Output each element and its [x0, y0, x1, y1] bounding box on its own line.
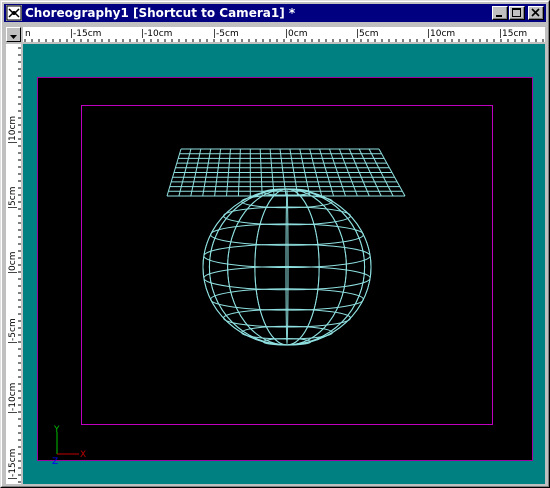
close-icon	[531, 8, 540, 17]
maximize-icon	[512, 8, 521, 17]
ruler-label: |-10cm	[141, 29, 172, 39]
ruler-label: |10cm	[8, 116, 18, 144]
minimize-button[interactable]	[492, 6, 508, 20]
sphere-longitude	[227, 188, 347, 346]
wireframe-scene[interactable]	[38, 78, 532, 460]
ruler-label: |0cm	[8, 252, 18, 274]
maximize-button[interactable]	[509, 6, 525, 20]
ruler-label: n	[25, 29, 31, 39]
z-axis-label: Z	[52, 457, 58, 464]
ruler-label: |-10cm	[8, 383, 18, 414]
app-icon[interactable]	[6, 5, 22, 21]
ruler-label: |10cm	[427, 29, 455, 39]
ruler-label: |15cm	[499, 29, 527, 39]
ruler-label: |-15cm	[70, 29, 101, 39]
render-area[interactable]	[37, 77, 533, 461]
ruler-label: |-15cm	[8, 449, 18, 480]
ruler-corner-button[interactable]	[6, 27, 21, 42]
chevron-down-icon	[10, 35, 17, 39]
app-window: Choreography1 [Shortcut to Camera1] * n …	[0, 0, 550, 488]
horizontal-ruler-ticks: n |-15cm |-10cm |-5cm |0cm |5cm |10cm |1…	[24, 29, 544, 42]
sphere-latitude	[210, 223, 364, 246]
sphere-latitude	[210, 288, 364, 311]
vertical-ruler[interactable]: |10cm |5cm |0cm |-5cm |-10cm |-15cm	[6, 44, 21, 484]
ruler-label: |-5cm	[213, 29, 239, 39]
x-axis-label: X	[80, 450, 86, 460]
wireframe-sphere[interactable]	[202, 188, 372, 346]
ruler-label: |5cm	[8, 187, 18, 209]
title-bar[interactable]: Choreography1 [Shortcut to Camera1] *	[4, 4, 546, 22]
camera-viewport[interactable]: Y X Z	[23, 44, 545, 484]
ruler-label: |5cm	[356, 29, 378, 39]
ruler-label: |-5cm	[8, 318, 18, 344]
axis-gizmo: Y X Z	[52, 425, 86, 464]
ruler-label: |0cm	[285, 29, 307, 39]
minimize-icon	[496, 15, 502, 17]
vertical-ruler-ticks: |10cm |5cm |0cm |-5cm |-10cm |-15cm	[8, 47, 21, 483]
window-title: Choreography1 [Shortcut to Camera1] *	[25, 6, 296, 20]
horizontal-ruler[interactable]: n |-15cm |-10cm |-5cm |0cm |5cm |10cm |1…	[23, 27, 545, 42]
sphere-longitude	[285, 188, 289, 346]
sphere-longitude	[208, 188, 366, 346]
close-button[interactable]	[528, 6, 544, 20]
y-axis-label: Y	[53, 425, 60, 435]
sphere-longitude	[227, 188, 347, 346]
sphere-longitude	[208, 188, 366, 346]
